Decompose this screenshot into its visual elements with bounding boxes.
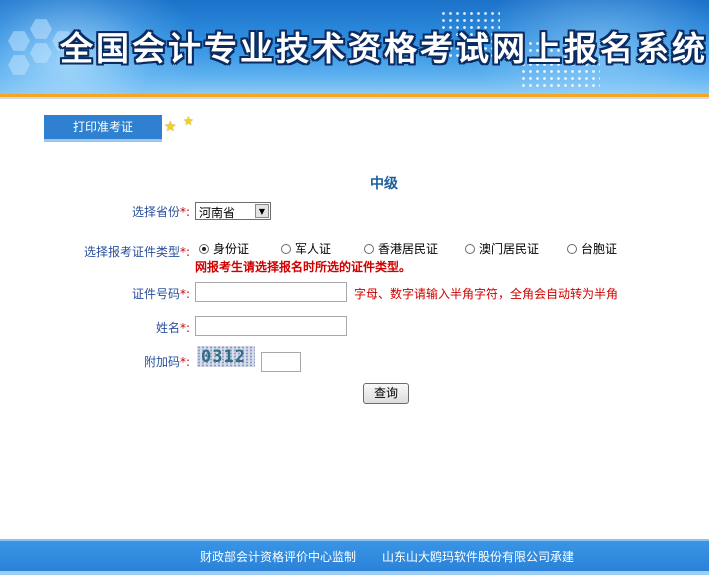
- required-mark: *:: [179, 321, 190, 335]
- star-icon: ★: [183, 114, 194, 128]
- star-icon: ★: [164, 119, 177, 135]
- id-number-hint: 字母、数字请输入半角字符，全角会自动转为半角: [354, 287, 619, 301]
- province-label-text: 选择省份: [131, 205, 180, 219]
- footer-supervisor: 财政部会计资格评价中心监制: [200, 550, 357, 564]
- required-mark: *:: [179, 205, 190, 219]
- id-number-label: 证件号码*:: [110, 285, 190, 302]
- footer-builder: 山东山大鸥玛软件股份有限公司承建: [382, 550, 575, 564]
- radio-dot-checked[interactable]: [199, 243, 209, 254]
- name-label: 姓名*:: [110, 319, 190, 336]
- radio-dot[interactable]: [567, 243, 577, 254]
- captcha-text: 0312: [201, 347, 246, 367]
- radio-label: 身份证: [213, 242, 250, 256]
- province-label: 选择省份*:: [110, 203, 190, 220]
- province-select[interactable]: 河南省 ▼: [195, 202, 271, 220]
- captcha-label: 附加码*:: [110, 353, 190, 370]
- name-input[interactable]: [195, 316, 347, 336]
- radio-id-card[interactable]: 身份证: [199, 240, 249, 257]
- radio-label: 香港居民证: [378, 242, 439, 256]
- province-selected-value: 河南省: [199, 206, 236, 220]
- banner-divider-shadow: [0, 97, 709, 99]
- radio-macau-id[interactable]: 澳门居民证: [465, 240, 539, 257]
- tab-underline: [44, 139, 162, 142]
- id-type-label-text: 选择报考证件类型: [83, 245, 180, 259]
- required-mark: *:: [179, 245, 190, 259]
- captcha-image[interactable]: 0312: [197, 346, 255, 367]
- footer-bottom-strip: [0, 571, 709, 575]
- exam-level-heading: 中级: [370, 176, 398, 192]
- required-mark: *:: [179, 355, 190, 369]
- radio-dot[interactable]: [281, 243, 291, 254]
- id-number-label-text: 证件号码: [131, 287, 180, 301]
- radio-hongkong-id[interactable]: 香港居民证: [364, 240, 438, 257]
- radio-dot[interactable]: [465, 243, 475, 254]
- tab-print-admission-ticket[interactable]: 打印准考证: [44, 115, 162, 139]
- radio-label: 澳门居民证: [479, 242, 540, 256]
- radio-dot[interactable]: [364, 243, 374, 254]
- radio-label: 军人证: [295, 242, 332, 256]
- id-type-warning: 网报考生请选择报名时所选的证件类型。: [195, 260, 412, 274]
- id-number-input[interactable]: [195, 282, 347, 302]
- name-label-text: 姓名: [155, 321, 180, 335]
- chevron-down-icon[interactable]: ▼: [255, 204, 269, 218]
- required-mark: *:: [179, 287, 190, 301]
- query-button[interactable]: 查询: [363, 383, 409, 404]
- system-title: 全国会计专业技术资格考试网上报名系统: [60, 29, 708, 68]
- captcha-label-text: 附加码: [143, 355, 180, 369]
- radio-label: 台胞证: [581, 242, 618, 256]
- radio-taiwan-compatriot-id[interactable]: 台胞证: [567, 240, 617, 257]
- radio-military-id[interactable]: 军人证: [281, 240, 331, 257]
- captcha-input[interactable]: [261, 352, 301, 372]
- header-banner: 全国会计专业技术资格考试网上报名系统: [0, 0, 709, 94]
- id-type-label: 选择报考证件类型*:: [60, 243, 190, 260]
